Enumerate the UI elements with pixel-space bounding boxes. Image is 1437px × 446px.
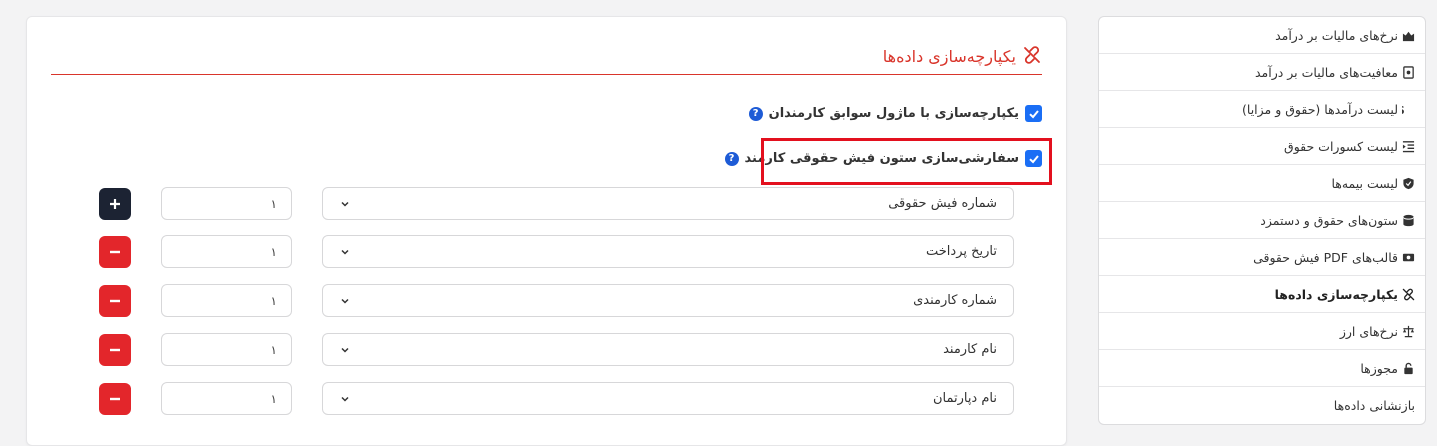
column-row: نام دپارتمان ۱ [27, 382, 1068, 416]
sidebar-item-permissions[interactable]: مجوزها [1099, 350, 1425, 387]
column-select-value: نام دپارتمان [932, 391, 997, 406]
sidebar-item-insurance[interactable]: لیست بیمه‌ها [1099, 165, 1425, 202]
column-order-input[interactable]: ۱ [161, 284, 292, 317]
sidebar-item-label: لیست بیمه‌ها [1331, 175, 1398, 191]
remove-row-button[interactable] [99, 285, 131, 317]
unlink-icon [1022, 45, 1042, 69]
chevron-down-icon [341, 298, 349, 304]
sidebar-item-label: ستون‌های حقوق و دستمزد [1260, 212, 1398, 228]
sidebar-item-label: معافیت‌های مالیات بر درآمد [1254, 64, 1398, 80]
option-integrate-employee-records[interactable]: یکپارچه‌سازی با ماژول سوابق کارمندان ? [748, 105, 1042, 122]
chevron-down-icon [341, 347, 349, 353]
sidebar-item-label: مجوزها [1360, 360, 1398, 376]
highlight-box [761, 138, 1052, 185]
column-select[interactable]: شماره کارمندی [322, 284, 1014, 317]
sidebar-item-label: یکپارچه‌سازی داده‌ها [1274, 286, 1398, 302]
column-order-value: ۱ [270, 391, 277, 406]
integrate-label: یکپارچه‌سازی با ماژول سوابق کارمندان [768, 106, 1019, 121]
sidebar-item-exchange-rates[interactable]: نرخ‌های ارز [1099, 313, 1425, 350]
chevron-down-icon [341, 201, 349, 207]
chevron-down-icon [341, 396, 349, 402]
column-order-value: ۱ [270, 244, 277, 259]
lock-icon [1404, 362, 1413, 374]
sidebar-item-data-integration[interactable]: یکپارچه‌سازی داده‌ها [1099, 276, 1425, 313]
database-icon [1403, 214, 1414, 226]
shield-icon [1403, 177, 1414, 189]
column-order-value: ۱ [270, 196, 277, 211]
sidebar-item-deductions[interactable]: لیست کسورات حقوق [1099, 128, 1425, 165]
column-row: شماره فیش حقوقی ۱ [27, 187, 1068, 221]
integrate-checkbox[interactable] [1025, 105, 1042, 122]
sidebar-item-income-list[interactable]: $ لیست درآمدها (حقوق و مزایا) [1099, 91, 1425, 128]
list-indent-icon [1402, 140, 1415, 152]
sidebar-item-label: نرخ‌های ارز [1339, 323, 1398, 339]
column-order-value: ۱ [270, 342, 277, 357]
minus-icon [110, 397, 120, 401]
column-select-value: شماره کارمندی [913, 293, 997, 308]
column-order-input[interactable]: ۱ [161, 235, 292, 268]
sidebar-item-label: لیست کسورات حقوق [1284, 138, 1398, 154]
remove-row-button[interactable] [99, 383, 131, 415]
sidebar-item-reset-data[interactable]: بازنشانی داده‌ها [1099, 387, 1425, 424]
page-title: یکپارچه‌سازی داده‌ها [882, 47, 1016, 66]
help-icon[interactable]: ? [724, 151, 739, 166]
remove-row-button[interactable] [99, 334, 131, 366]
svg-text:$: $ [1402, 103, 1405, 116]
dollar-icon: $ [1402, 103, 1405, 116]
column-order-value: ۱ [270, 293, 277, 308]
scale-icon [1402, 325, 1415, 337]
column-order-input[interactable]: ۱ [161, 187, 292, 220]
chevron-down-icon [341, 249, 349, 255]
minus-icon [110, 348, 120, 352]
unlink-icon [1402, 288, 1415, 300]
sidebar-item-payroll-columns[interactable]: ستون‌های حقوق و دستمزد [1099, 202, 1425, 239]
add-row-button[interactable] [99, 188, 131, 220]
page-title-bar: یکپارچه‌سازی داده‌ها [51, 39, 1042, 75]
column-order-input[interactable]: ۱ [161, 382, 292, 415]
column-select[interactable]: نام دپارتمان [322, 382, 1014, 415]
receipt-icon [1403, 65, 1414, 79]
sidebar-item-tax-exemptions[interactable]: معافیت‌های مالیات بر درآمد [1099, 54, 1425, 91]
column-select[interactable]: تاریخ پرداخت [322, 235, 1014, 268]
settings-sidebar: نرخ‌های مالیات بر درآمد معافیت‌های مالیا… [1098, 16, 1426, 425]
minus-icon [110, 299, 120, 303]
sidebar-item-label: نرخ‌های مالیات بر درآمد [1275, 27, 1398, 43]
remove-row-button[interactable] [99, 236, 131, 268]
sidebar-item-income-tax-rates[interactable]: نرخ‌های مالیات بر درآمد [1099, 17, 1425, 54]
column-select-value: شماره فیش حقوقی [888, 196, 997, 211]
column-select-value: نام کارمند [943, 342, 997, 357]
sidebar-item-pdf-templates[interactable]: قالب‌های PDF فیش حقوقی [1099, 239, 1425, 276]
sidebar-item-label: قالب‌های PDF فیش حقوقی [1253, 249, 1398, 265]
sidebar-item-label: لیست درآمدها (حقوق و مزایا) [1242, 101, 1398, 117]
column-row: نام کارمند ۱ [27, 333, 1068, 367]
column-select[interactable]: شماره فیش حقوقی [322, 187, 1014, 220]
column-row: تاریخ پرداخت ۱ [27, 235, 1068, 269]
column-row: شماره کارمندی ۱ [27, 284, 1068, 318]
sidebar-item-label: بازنشانی داده‌ها [1333, 398, 1415, 413]
chart-area-icon [1402, 31, 1415, 41]
column-order-input[interactable]: ۱ [161, 333, 292, 366]
plus-icon [110, 199, 120, 209]
main-card: یکپارچه‌سازی داده‌ها یکپارچه‌سازی با ماژ… [26, 16, 1067, 446]
help-icon[interactable]: ? [748, 106, 763, 121]
column-select-value: تاریخ پرداخت [926, 244, 997, 259]
minus-icon [110, 250, 120, 254]
column-select[interactable]: نام کارمند [322, 333, 1014, 366]
money-bill-icon [1402, 253, 1415, 261]
